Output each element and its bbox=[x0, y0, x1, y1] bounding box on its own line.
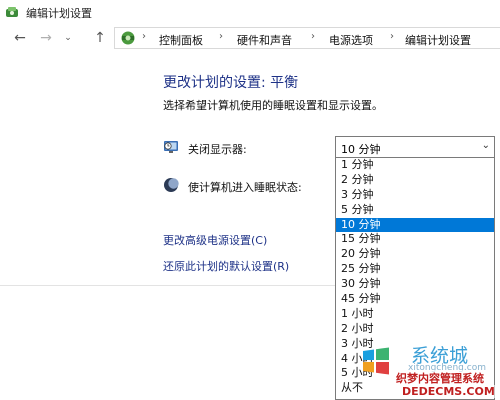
dropdown-option[interactable]: 25 分钟 bbox=[336, 262, 494, 277]
page-subtitle: 选择希望计算机使用的睡眠设置和显示设置。 bbox=[163, 99, 383, 112]
page-title: 更改计划的设置: 平衡 bbox=[163, 75, 299, 91]
sleep-moon-icon bbox=[164, 178, 179, 192]
breadcrumb-separator-icon: › bbox=[142, 31, 146, 42]
navigation-bar: ← → ⌄ ↑ › 控制面板 › 硬件和声音 › 电源选项 › 编辑计划设置 bbox=[0, 26, 500, 50]
breadcrumb-separator-icon: › bbox=[219, 31, 223, 42]
dropdown-option[interactable]: 1 小时 bbox=[336, 307, 494, 322]
back-arrow-icon[interactable]: ← bbox=[12, 29, 28, 47]
display-off-selected-value: 10 分钟 bbox=[341, 143, 381, 156]
dropdown-option-selected[interactable]: 10 分钟 bbox=[336, 217, 494, 233]
dropdown-option[interactable]: 3 分钟 bbox=[336, 188, 494, 203]
dropdown-option[interactable]: 2 小时 bbox=[336, 322, 494, 337]
breadcrumb-control-panel[interactable]: 控制面板 bbox=[159, 32, 203, 48]
display-off-select[interactable]: 10 分钟 ⌄ bbox=[335, 136, 495, 158]
window-title: 编辑计划设置 bbox=[26, 7, 92, 20]
dropdown-option[interactable]: 20 分钟 bbox=[336, 247, 494, 262]
dropdown-option[interactable]: 1 分钟 bbox=[336, 158, 494, 173]
breadcrumb-edit-plan[interactable]: 编辑计划设置 bbox=[405, 32, 471, 48]
watermark-brand: 织梦内容管理系统 bbox=[396, 370, 484, 386]
address-bar[interactable]: › 控制面板 › 硬件和声音 › 电源选项 › 编辑计划设置 bbox=[114, 27, 500, 49]
watermark-brand-url: DEDECMS.COM bbox=[402, 385, 495, 398]
watermark-logo-icon bbox=[363, 347, 389, 375]
advanced-power-settings-link[interactable]: 更改高级电源设置(C) bbox=[163, 232, 267, 248]
chevron-down-icon[interactable]: ⌄ bbox=[60, 29, 76, 47]
dropdown-option[interactable]: 45 分钟 bbox=[336, 292, 494, 307]
monitor-clock-icon bbox=[164, 141, 178, 153]
restore-defaults-link[interactable]: 还原此计划的默认设置(R) bbox=[163, 258, 289, 274]
control-panel-icon bbox=[121, 31, 135, 45]
chevron-down-icon: ⌄ bbox=[481, 140, 490, 151]
dropdown-option[interactable]: 2 分钟 bbox=[336, 173, 494, 188]
display-off-label: 关闭显示器: bbox=[188, 143, 247, 156]
up-arrow-icon[interactable]: ↑ bbox=[92, 29, 108, 47]
sleep-label: 使计算机进入睡眠状态: bbox=[188, 181, 302, 194]
forward-arrow-icon[interactable]: → bbox=[38, 29, 54, 47]
title-bar: 编辑计划设置 bbox=[0, 0, 500, 24]
dropdown-option[interactable]: 30 分钟 bbox=[336, 277, 494, 292]
dropdown-option[interactable]: 15 分钟 bbox=[336, 232, 494, 247]
breadcrumb-separator-icon: › bbox=[390, 31, 394, 42]
divider bbox=[0, 285, 335, 286]
dropdown-option[interactable]: 5 分钟 bbox=[336, 203, 494, 218]
power-options-icon bbox=[6, 7, 18, 17]
breadcrumb-power-options[interactable]: 电源选项 bbox=[329, 32, 373, 48]
breadcrumb-hardware-sound[interactable]: 硬件和声音 bbox=[237, 32, 292, 48]
breadcrumb-separator-icon: › bbox=[311, 31, 315, 42]
